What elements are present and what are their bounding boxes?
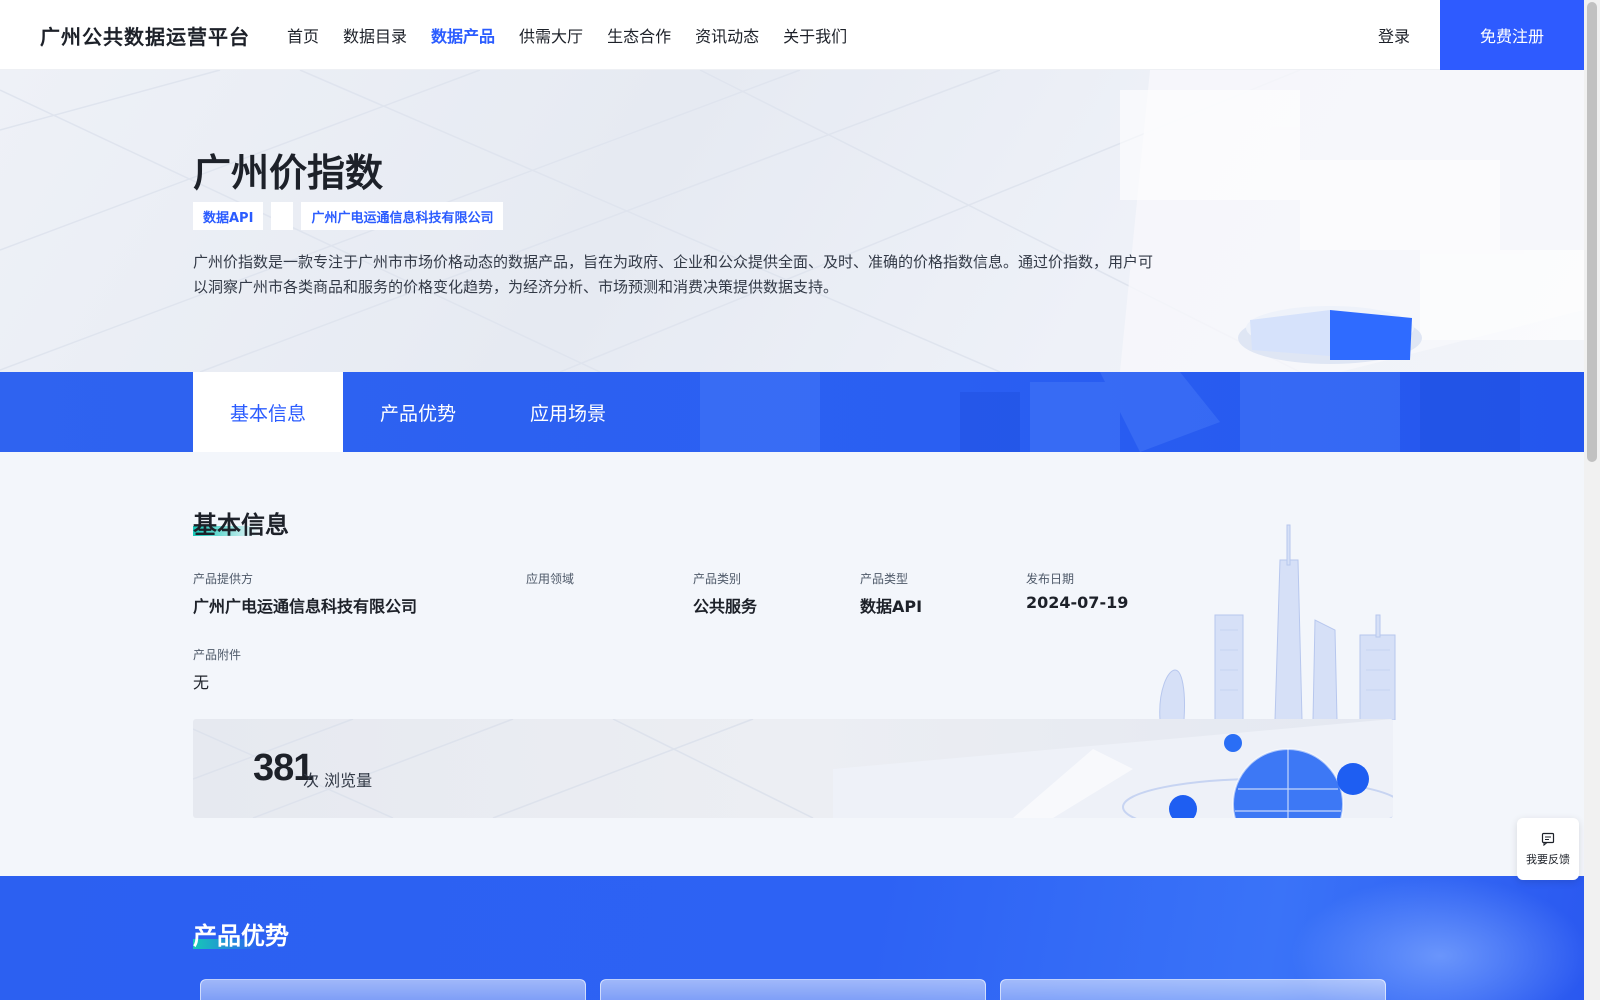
site-brand[interactable]: 广州公共数据运营平台 <box>40 21 250 50</box>
basic-info-title: 基本信息 <box>193 511 289 539</box>
section-tabs: 基本信息 产品优势 应用场景 <box>193 372 643 452</box>
city-skyline-illustration <box>1159 524 1396 720</box>
category-value: 公共服务 <box>693 597 758 616</box>
top-navbar: 广州公共数据运营平台 首页 数据目录 数据产品 供需大厅 生态合作 资讯动态 关… <box>0 0 1584 70</box>
product-hero: 广州价指数 数据API 广州广电运通信息科技有限公司 广州价指数是一款专注于广州… <box>0 70 1584 372</box>
advantage-card <box>600 979 986 1000</box>
nav-item-home[interactable]: 首页 <box>287 23 319 47</box>
nav-item-catalog[interactable]: 数据目录 <box>343 23 407 47</box>
advantages-title: 产品优势 <box>193 922 289 950</box>
views-label: 次 浏览量 <box>303 771 373 790</box>
login-link[interactable]: 登录 <box>1378 23 1410 47</box>
page-scrollbar[interactable] <box>1584 0 1600 1000</box>
type-label: 产品类型 <box>860 572 909 586</box>
tag-empty <box>271 202 294 230</box>
tag-product-type: 数据API <box>193 202 264 230</box>
advantage-card <box>1000 979 1386 1000</box>
section-tabbar: 基本信息 产品优势 应用场景 <box>0 372 1584 452</box>
main-nav: 首页 数据目录 数据产品 供需大厅 生态合作 资讯动态 关于我们 <box>287 0 871 70</box>
product-title: 广州价指数 <box>193 151 384 195</box>
nav-item-products[interactable]: 数据产品 <box>431 23 495 47</box>
category-label: 产品类别 <box>693 572 742 586</box>
feedback-icon <box>1541 832 1555 846</box>
scrollbar-thumb[interactable] <box>1587 2 1597 462</box>
tab-advantages[interactable]: 产品优势 <box>343 372 493 452</box>
tab-scenarios[interactable]: 应用场景 <box>493 372 643 452</box>
advantage-card <box>200 979 586 1000</box>
domain-label: 应用领域 <box>526 572 575 586</box>
register-button[interactable]: 免费注册 <box>1440 0 1584 70</box>
provider-value: 广州广电运通信息科技有限公司 <box>193 597 418 616</box>
date-label: 发布日期 <box>1026 572 1075 586</box>
nav-item-ecosystem[interactable]: 生态合作 <box>607 23 671 47</box>
nav-item-supply-demand[interactable]: 供需大厅 <box>519 23 583 47</box>
provider-label: 产品提供方 <box>193 572 254 586</box>
feedback-button[interactable]: 我要反馈 <box>1517 818 1579 880</box>
product-tags: 数据API 广州广电运通信息科技有限公司 <box>193 202 511 230</box>
advantages-section: 产品优势 <box>0 876 1584 1000</box>
tab-basic-info[interactable]: 基本信息 <box>193 372 343 452</box>
attachment-value: 无 <box>193 673 210 692</box>
tag-provider: 广州广电运通信息科技有限公司 <box>301 202 504 230</box>
nav-item-about[interactable]: 关于我们 <box>783 23 847 47</box>
nav-item-news[interactable]: 资讯动态 <box>695 23 759 47</box>
product-description: 广州价指数是一款专注于广州市市场价格动态的数据产品，旨在为政府、企业和公众提供全… <box>193 253 1154 296</box>
views-panel: 381 次 浏览量 <box>193 719 1393 818</box>
views-background-art <box>193 719 1393 818</box>
attachment-label: 产品附件 <box>193 648 242 662</box>
feedback-label: 我要反馈 <box>1526 852 1570 866</box>
date-value: 2024-07-19 <box>1026 593 1129 612</box>
type-value: 数据API <box>860 597 923 616</box>
